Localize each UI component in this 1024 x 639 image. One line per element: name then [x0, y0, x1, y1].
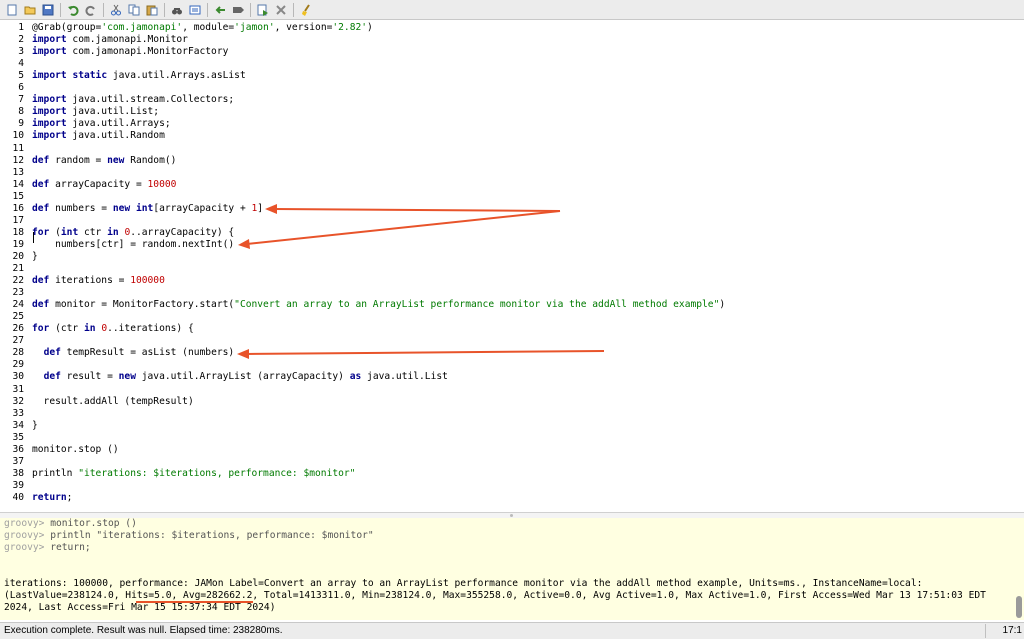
annotation-underline	[136, 601, 253, 603]
paste-icon[interactable]	[144, 2, 160, 18]
redo-icon[interactable]	[83, 2, 99, 18]
console-history-line: groovy> monitor.stop ()	[4, 518, 137, 530]
next-icon[interactable]	[230, 2, 246, 18]
output-console: groovy> monitor.stop () groovy> println …	[0, 518, 1024, 620]
save-file-icon[interactable]	[40, 2, 56, 18]
status-bar: Execution complete. Result was null. Ela…	[0, 622, 1024, 639]
browse-icon[interactable]	[169, 2, 185, 18]
toolbar-separator	[103, 2, 104, 17]
toolbar-separator	[164, 2, 165, 17]
annotation-arrow	[238, 210, 561, 249]
status-message: Execution complete. Result was null. Ela…	[4, 625, 283, 636]
annotation-arrow	[237, 349, 605, 359]
toolbar-separator	[250, 2, 251, 17]
annotation-arrows	[237, 204, 605, 359]
splitter-grip	[510, 514, 513, 517]
annotation-arrow	[265, 204, 561, 214]
status-divider	[985, 624, 986, 638]
open-file-icon[interactable]	[22, 2, 38, 18]
toolbar-separator	[207, 2, 208, 17]
console-history-line: groovy> println "iterations: $iterations…	[4, 530, 374, 542]
history-icon[interactable]	[187, 2, 203, 18]
console-output-line: 2024, Last Access=Fri Mar 15 15:37:34 ED…	[4, 602, 276, 613]
cut-icon[interactable]	[108, 2, 124, 18]
console-output-line: iterations: 100000, performance: JAMon L…	[4, 578, 923, 589]
cursor-position: 17:1	[1002, 625, 1022, 636]
undo-icon[interactable]	[65, 2, 81, 18]
toolbar-separator	[293, 2, 294, 17]
previous-icon[interactable]	[212, 2, 228, 18]
console-history-text: println "iterations: $iterations, perfor…	[44, 530, 374, 541]
copy-icon[interactable]	[126, 2, 142, 18]
console-prompt: groovy>	[4, 542, 45, 553]
toolbar-separator	[60, 2, 61, 17]
run-script-icon[interactable]	[255, 2, 271, 18]
new-file-icon[interactable]	[4, 2, 20, 18]
console-prompt: groovy>	[4, 530, 45, 541]
console-history-text: monitor.stop ()	[44, 518, 137, 529]
interrupt-icon[interactable]	[273, 2, 289, 18]
console-history-line: groovy> return;	[4, 542, 91, 554]
toolbar	[0, 0, 1024, 20]
script-editor[interactable]: 1 @Grab(group='com.jamonapi', module='jam…	[0, 20, 1024, 512]
console-history-text: return;	[44, 542, 91, 553]
console-scrollbar[interactable]	[1016, 596, 1022, 618]
clear-output-icon[interactable]	[298, 2, 314, 18]
console-prompt: groovy>	[4, 518, 45, 529]
